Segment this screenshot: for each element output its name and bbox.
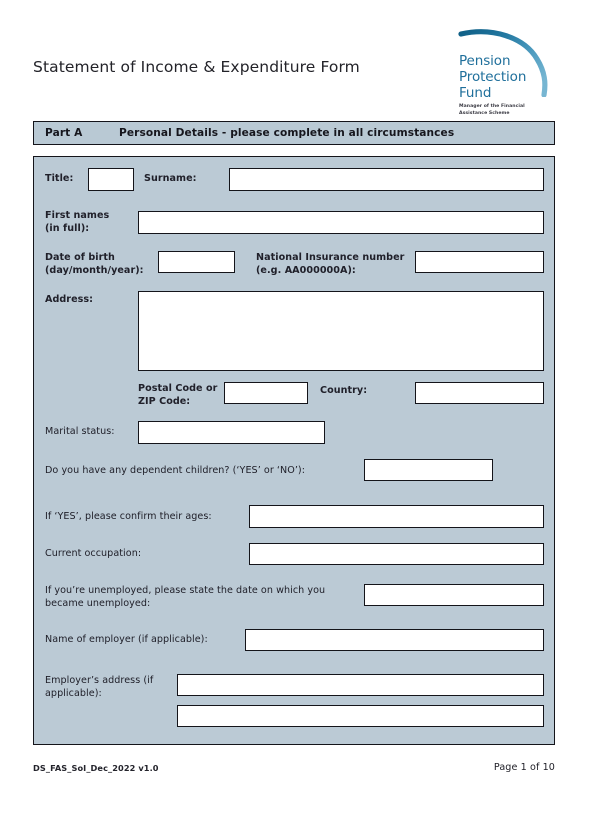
- address-input[interactable]: [138, 291, 544, 371]
- unemployed-date-input[interactable]: [364, 584, 544, 606]
- ni-number-input[interactable]: [415, 251, 544, 273]
- dependent-children-input[interactable]: [364, 459, 493, 481]
- logo-line-protection: Protection: [459, 69, 527, 85]
- footer-page-number: Page 1 of 10: [493, 762, 555, 773]
- logo-strapline: Manager of the Financial Assistance Sche…: [459, 104, 525, 116]
- country-label: Country:: [320, 385, 368, 396]
- date-of-birth-label: Date of birth (day/month/year):: [45, 252, 144, 276]
- pension-protection-fund-logo: Pension Protection Fund Manager of the F…: [452, 25, 552, 116]
- children-ages-input[interactable]: [249, 505, 544, 528]
- employer-address-line1-input[interactable]: [177, 674, 544, 696]
- date-of-birth-input[interactable]: [158, 251, 235, 273]
- page-title: Statement of Income & Expenditure Form: [33, 58, 360, 76]
- address-label: Address:: [45, 294, 94, 305]
- employer-address-label: Employer’s address (if applicable):: [45, 675, 154, 699]
- country-input[interactable]: [415, 382, 544, 404]
- part-a-header-bar: Part A Personal Details - please complet…: [33, 121, 555, 145]
- postal-code-label: Postal Code or ZIP Code:: [138, 383, 218, 407]
- surname-input[interactable]: [229, 168, 544, 191]
- marital-status-input[interactable]: [138, 421, 325, 444]
- first-names-input[interactable]: [138, 211, 544, 234]
- part-a-description: Personal Details - please complete in al…: [119, 127, 455, 139]
- postal-code-input[interactable]: [224, 382, 308, 404]
- employer-name-input[interactable]: [245, 629, 544, 651]
- employer-address-line2-input[interactable]: [177, 705, 544, 727]
- part-a-label: Part A: [45, 127, 83, 139]
- personal-details-panel: Title: Surname: First names (in full): D…: [33, 156, 555, 745]
- logo-line-pension: Pension: [459, 53, 511, 69]
- page-header: Statement of Income & Expenditure Form P…: [0, 0, 589, 116]
- title-label: Title:: [45, 173, 74, 184]
- dependent-children-label: Do you have any dependent children? (‘YE…: [45, 465, 306, 476]
- children-ages-label: If ‘YES’, please confirm their ages:: [45, 511, 212, 522]
- ni-number-label: National Insurance number (e.g. AA000000…: [256, 252, 405, 276]
- current-occupation-input[interactable]: [249, 543, 544, 565]
- unemployed-date-label: If you’re unemployed, please state the d…: [45, 585, 326, 609]
- current-occupation-label: Current occupation:: [45, 548, 142, 559]
- logo-line-fund: Fund: [459, 85, 492, 101]
- form-page: Statement of Income & Expenditure Form P…: [0, 0, 589, 826]
- first-names-label: First names (in full):: [45, 210, 110, 234]
- surname-label: Surname:: [144, 173, 197, 184]
- footer-reference: DS_FAS_SoI_Dec_2022 v1.0: [33, 763, 159, 773]
- employer-name-label: Name of employer (if applicable):: [45, 634, 208, 645]
- marital-status-label: Marital status:: [45, 426, 115, 437]
- title-input[interactable]: [88, 168, 134, 191]
